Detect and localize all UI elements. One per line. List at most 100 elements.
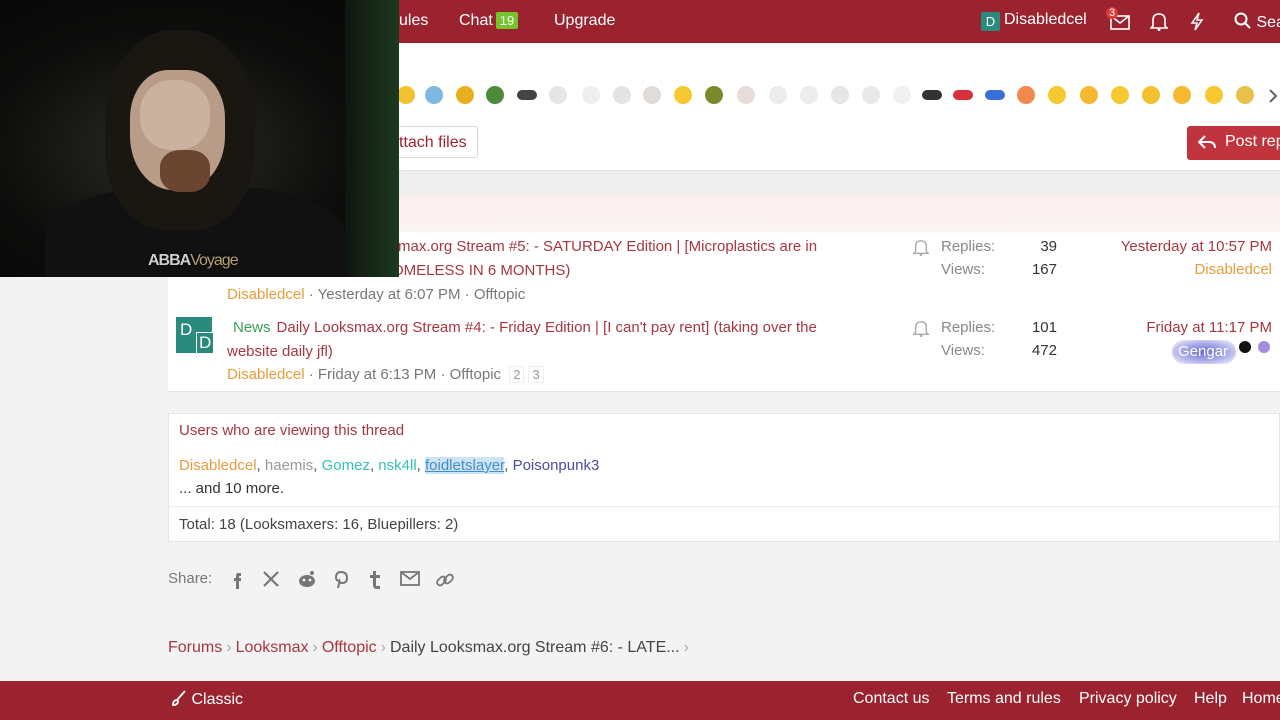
smilie-icon[interactable] <box>582 86 600 104</box>
breadcrumb-forums[interactable]: Forums <box>168 639 222 656</box>
smilie-icon[interactable] <box>705 86 723 104</box>
viewer-user-link[interactable]: nsk4ll <box>378 457 416 474</box>
smilie-icon[interactable] <box>1111 86 1129 104</box>
style-chooser-label: Classic <box>191 691 244 708</box>
replies-count: 101 <box>1031 319 1057 336</box>
replies-count: 39 <box>1040 238 1057 255</box>
thread-title-text-cont: website daily jfl) <box>227 343 333 360</box>
smilie-icon[interactable] <box>1205 86 1223 104</box>
breadcrumb-current[interactable]: Daily Looksmax.org Stream #6: - LATE... <box>390 639 680 656</box>
thread-title-link-cont[interactable]: OMELESS IN 6 MONTHS) <box>392 259 570 283</box>
smilie-icon[interactable] <box>456 86 474 104</box>
smilie-icon[interactable] <box>486 86 504 104</box>
footer: Classic Contact us Terms and rules Priva… <box>0 681 1280 720</box>
account-menu[interactable]: D Disabledcel <box>981 11 1087 31</box>
thread-avatar[interactable]: D D <box>176 317 215 354</box>
smilie-icon[interactable] <box>549 86 567 104</box>
contact-us-link[interactable]: Contact us <box>853 690 929 708</box>
smilie-icon[interactable] <box>397 86 415 104</box>
viewer-user-link[interactable]: Disabledcel <box>179 457 257 474</box>
smilie-icon[interactable] <box>1142 86 1160 104</box>
link-icon[interactable] <box>435 570 455 590</box>
x-icon[interactable] <box>262 570 282 590</box>
nav-rules-link[interactable]: ules <box>399 12 428 30</box>
user-avatar: D <box>981 12 1000 31</box>
smilie-icon[interactable] <box>769 86 787 104</box>
thread-author-link[interactable]: Disabledcel <box>227 366 305 383</box>
smilie-icon[interactable] <box>862 86 880 104</box>
viewer-user-link[interactable]: haemis <box>265 457 313 474</box>
breadcrumb-offtopic[interactable]: Offtopic <box>322 639 377 656</box>
inbox-badge: 3 <box>1106 7 1119 19</box>
facebook-icon[interactable] <box>229 570 249 590</box>
thread-page-link[interactable]: 2 <box>509 366 525 383</box>
smilie-icon[interactable] <box>737 86 755 104</box>
smilie-icon[interactable] <box>1017 86 1035 104</box>
smilie-icon[interactable] <box>1048 86 1066 104</box>
thread-title-link[interactable]: max.org Stream #5: - SATURDAY Edition | … <box>398 235 817 259</box>
smilie-icon[interactable] <box>1080 86 1098 104</box>
share-label: Share: <box>168 570 213 587</box>
blue-pill-icon[interactable] <box>985 90 1005 100</box>
thread-title-link[interactable]: News Daily Looksmax.org Stream #4: - Frid… <box>227 316 892 364</box>
thread-page-link[interactable]: 3 <box>528 366 544 383</box>
nav-upgrade-link[interactable]: Upgrade <box>554 12 615 30</box>
avatar-letter: D <box>180 320 193 339</box>
smilie-icon[interactable] <box>613 86 631 104</box>
viewer-user-link[interactable]: Poisonpunk3 <box>513 457 600 474</box>
pill-icon[interactable] <box>922 90 942 100</box>
paintbrush-icon <box>172 690 186 706</box>
thread-forum-link[interactable]: Offtopic <box>450 366 501 383</box>
viewer-user-link[interactable]: Gomez <box>322 457 370 474</box>
users-viewing-list: Disabledcel, haemis, Gomez, nsk4ll, foid… <box>179 457 600 474</box>
home-link[interactable]: Home <box>1242 690 1280 708</box>
style-chooser-link[interactable]: Classic <box>171 690 243 709</box>
pinterest-icon[interactable] <box>333 570 353 590</box>
tumblr-icon[interactable] <box>368 570 388 590</box>
viewer-user-link[interactable]: foidletslayer <box>425 457 505 474</box>
users-viewing-total: Total: 18 (Looksmaxers: 16, Bluepillers:… <box>179 516 459 533</box>
smilie-icon[interactable] <box>643 86 661 104</box>
last-poster-link[interactable]: Gengar <box>1172 340 1236 364</box>
thread-forum-link[interactable]: Offtopic <box>474 286 525 303</box>
smilie-icon[interactable] <box>893 86 911 104</box>
watch-bell-icon[interactable] <box>912 239 930 260</box>
nav-chat-link[interactable]: Chat 19 <box>459 12 519 30</box>
verified-check-icon <box>1258 341 1270 353</box>
watch-bell-icon[interactable] <box>912 320 930 341</box>
thread-title-text: Daily Looksmax.org Stream #4: - Friday E… <box>276 319 817 336</box>
smilie-icon[interactable] <box>425 86 443 104</box>
help-link[interactable]: Help <box>1194 690 1227 708</box>
views-label: Views: <box>941 261 985 278</box>
smilie-icon[interactable] <box>1236 86 1254 104</box>
last-post-date-link[interactable]: Yesterday at 10:57 PM <box>1072 238 1272 255</box>
post-reply-button[interactable]: Post rep <box>1187 126 1280 160</box>
users-viewing-more: ... and 10 more. <box>179 480 285 497</box>
verified-badge-icon <box>1239 341 1251 353</box>
last-post-date-link[interactable]: Friday at 11:17 PM <box>1072 319 1272 336</box>
smilie-icon[interactable] <box>831 86 849 104</box>
chevron-right-icon[interactable] <box>1268 88 1278 108</box>
smilie-icon[interactable] <box>674 86 692 104</box>
search-button[interactable]: Sea <box>1234 12 1280 32</box>
red-pill-icon[interactable] <box>953 90 973 100</box>
users-viewing-heading: Users who are viewing this thread <box>179 422 405 439</box>
chat-count-badge: 19 <box>495 12 519 29</box>
smilie-icon[interactable] <box>1173 86 1191 104</box>
webcam-background-light <box>345 0 399 277</box>
thread-meta: Disabledcel · Yesterday at 6:07 PM · Off… <box>227 286 526 303</box>
pill-icon[interactable] <box>517 90 537 100</box>
lightning-icon[interactable] <box>1190 12 1204 36</box>
privacy-link[interactable]: Privacy policy <box>1079 690 1177 708</box>
webcam-person-hand <box>140 80 210 150</box>
breadcrumb-looksmax[interactable]: Looksmax <box>236 639 309 656</box>
views-count: 472 <box>1031 342 1057 359</box>
reddit-icon[interactable] <box>297 570 317 590</box>
account-username: Disabledcel <box>1004 11 1087 28</box>
last-poster-link[interactable]: Disabledcel <box>1072 261 1272 278</box>
terms-link[interactable]: Terms and rules <box>947 690 1061 708</box>
email-icon[interactable] <box>400 570 420 590</box>
thread-author-link[interactable]: Disabledcel <box>227 286 305 303</box>
smilie-icon[interactable] <box>800 86 818 104</box>
bell-icon[interactable] <box>1149 12 1169 36</box>
